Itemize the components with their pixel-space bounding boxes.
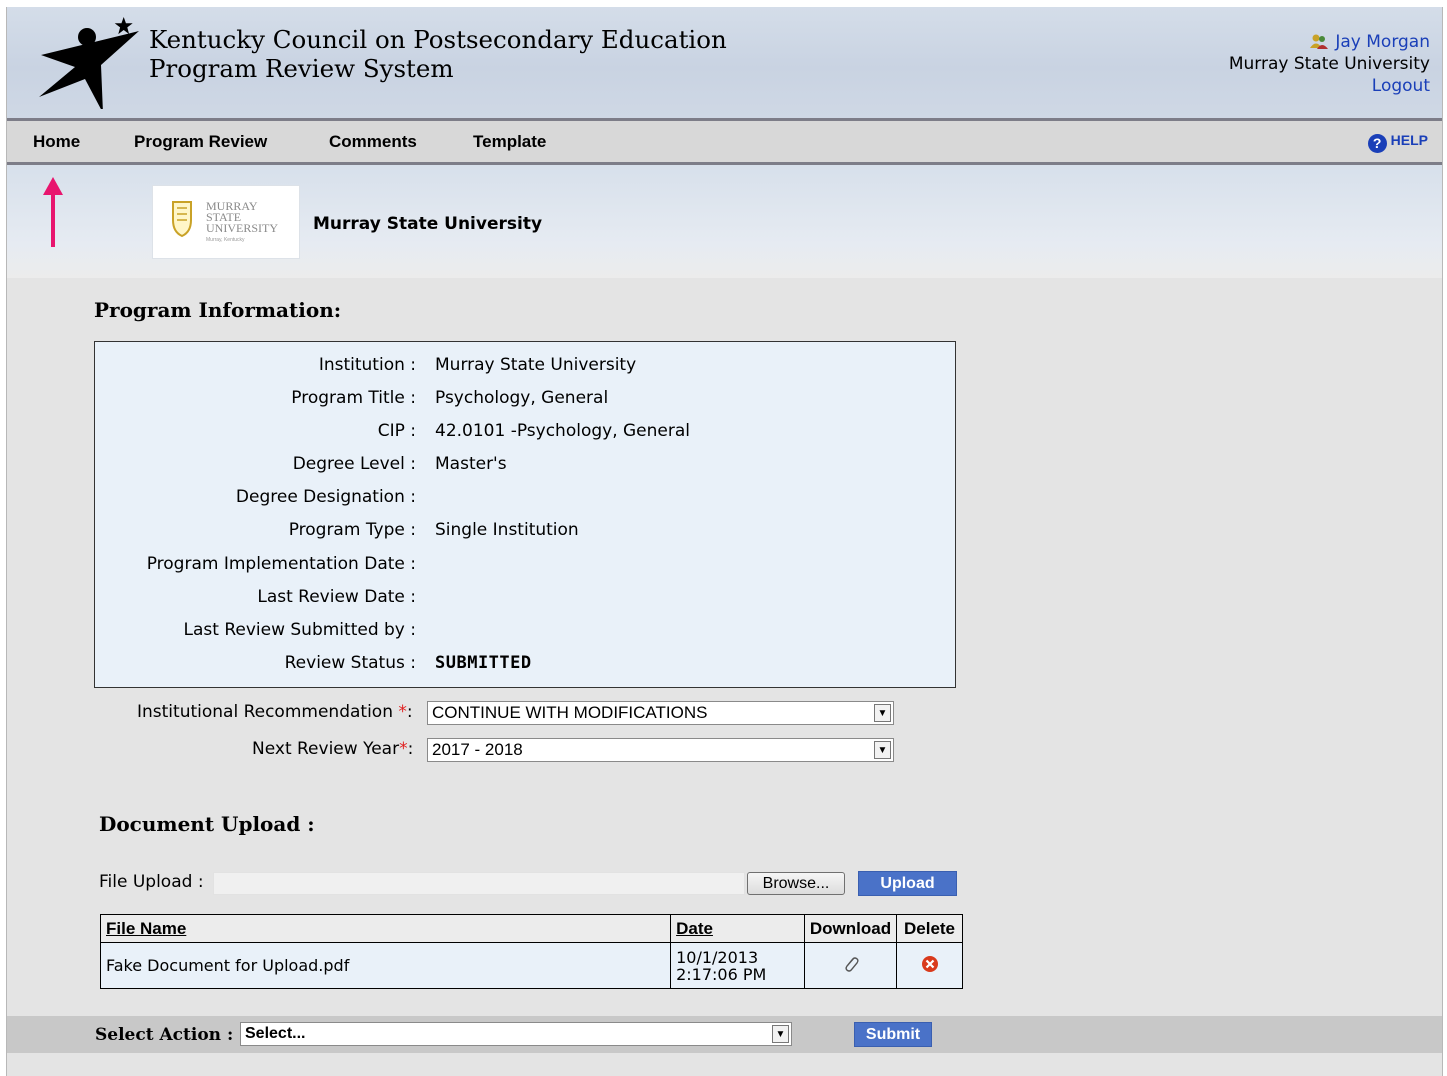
next-review-label: Next Review Year — [252, 739, 400, 759]
help-icon: ? — [1367, 134, 1387, 153]
file-upload-label: File Upload : — [99, 872, 204, 892]
label-implementation-date: Program Implementation Date : — [146, 554, 416, 574]
next-review-value: 2017 - 2018 — [432, 740, 523, 759]
user-organization: Murray State University — [1228, 54, 1430, 74]
files-table: File Name Date Download Delete Fake Docu… — [99, 914, 963, 989]
value-institution: Murray State University — [435, 355, 637, 375]
label-last-review-date: Last Review Date : — [257, 587, 416, 607]
value-review-status: SUBMITTED — [435, 653, 532, 673]
recommendation-select[interactable]: CONTINUE WITH MODIFICATIONS ▼ — [427, 701, 894, 725]
file-name-cell: Fake Document for Upload.pdf — [99, 942, 672, 989]
table-row: Fake Document for Upload.pdf 10/1/2013 2… — [99, 942, 963, 989]
submit-button[interactable]: Submit — [854, 1022, 932, 1047]
nav-home[interactable]: Home — [33, 132, 80, 152]
next-review-select[interactable]: 2017 - 2018 ▼ — [427, 738, 894, 762]
help-label: HELP — [1390, 132, 1428, 148]
required-marker: * — [398, 702, 407, 722]
label-institution: Institution : — [318, 355, 416, 375]
select-action-value: Select... — [245, 1025, 306, 1042]
main-nav: Home Program Review Comments Template ? H… — [7, 118, 1442, 165]
label-cip: CIP : — [377, 421, 416, 441]
column-file-name[interactable]: File Name — [99, 914, 672, 943]
info-row-last-review-submitted-by: Last Review Submitted by : — [95, 620, 955, 646]
select-action-label: Select Action : — [95, 1025, 234, 1045]
info-row-institution: Institution : Murray State University — [95, 355, 955, 381]
info-row-program-title: Program Title : Psychology, General — [95, 388, 955, 414]
file-upload-input[interactable] — [213, 872, 745, 895]
logout-link[interactable]: Logout — [1229, 75, 1430, 97]
info-row-review-status: Review Status : SUBMITTED — [95, 653, 955, 679]
banner-university-name: Murray State University — [313, 214, 543, 234]
paperclip-icon[interactable] — [842, 955, 860, 973]
site-title-line2: Program Review System — [149, 54, 454, 83]
value-program-title: Psychology, General — [435, 388, 609, 408]
logo-tagline: Murray, Kentucky — [206, 237, 245, 243]
nav-template[interactable]: Template — [473, 132, 546, 152]
chevron-down-icon[interactable]: ▼ — [874, 704, 891, 722]
download-cell — [804, 942, 897, 989]
column-delete: Delete — [896, 914, 963, 943]
nav-comments[interactable]: Comments — [329, 132, 417, 152]
header: Kentucky Council on Postsecondary Educat… — [7, 7, 1442, 118]
recommendation-value: CONTINUE WITH MODIFICATIONS — [432, 703, 708, 722]
delete-cell — [896, 942, 963, 989]
info-row-degree-designation: Degree Designation : — [95, 487, 955, 513]
delete-icon[interactable] — [921, 955, 939, 973]
column-download: Download — [804, 914, 897, 943]
column-date[interactable]: Date — [670, 914, 806, 943]
institution-banner: MURRAY STATE UNIVERSITY Murray, Kentucky… — [7, 165, 1442, 278]
next-review-label-row: Next Review Year*: — [252, 739, 414, 759]
user-panel: Jay Morgan Murray State University Logou… — [1229, 31, 1430, 97]
label-program-type: Program Type : — [288, 520, 416, 540]
files-table-header: File Name Date Download Delete — [99, 914, 963, 943]
site-title-line1: Kentucky Council on Postsecondary Educat… — [149, 25, 727, 54]
sort-date-link[interactable]: Date — [676, 919, 713, 938]
file-time: 2:17:06 PM — [676, 964, 767, 984]
select-action-dropdown[interactable]: Select... ▼ — [240, 1022, 792, 1046]
users-icon — [1310, 34, 1329, 49]
recommendation-label-row: Institutional Recommendation *: — [137, 702, 413, 722]
pink-arrow-annotation — [43, 177, 63, 247]
info-row-cip: CIP : 42.0101 -Psychology, General — [95, 421, 955, 447]
upload-button[interactable]: Upload — [858, 871, 957, 896]
info-row-degree-level: Degree Level : Master's — [95, 454, 955, 480]
label-degree-designation: Degree Designation : — [235, 487, 416, 507]
help-button[interactable]: ? HELP — [1367, 132, 1428, 153]
file-date: 10/1/2013 — [676, 947, 759, 967]
program-info-heading: Program Information: — [94, 298, 342, 322]
document-upload-heading: Document Upload : — [99, 812, 315, 836]
info-row-implementation-date: Program Implementation Date : — [95, 554, 955, 580]
label-degree-level: Degree Level : — [292, 454, 416, 474]
browse-button[interactable]: Browse... — [747, 872, 845, 895]
label-last-review-submitted-by: Last Review Submitted by : — [183, 620, 416, 640]
label-review-status: Review Status : — [284, 653, 416, 673]
logo-word-university: UNIVERSITY — [206, 221, 278, 235]
info-row-last-review-date: Last Review Date : — [95, 587, 955, 613]
university-logo: MURRAY STATE UNIVERSITY Murray, Kentucky — [152, 185, 300, 259]
star-person-logo — [39, 17, 139, 109]
chevron-down-icon[interactable]: ▼ — [772, 1025, 789, 1043]
label-program-title: Program Title : — [291, 388, 416, 408]
nav-program-review[interactable]: Program Review — [134, 132, 267, 152]
value-degree-level: Master's — [435, 454, 507, 474]
chevron-down-icon[interactable]: ▼ — [874, 741, 891, 759]
recommendation-label: Institutional Recommendation — [137, 702, 393, 722]
file-date-cell: 10/1/2013 2:17:06 PM — [670, 942, 806, 989]
page-frame: Kentucky Council on Postsecondary Educat… — [6, 7, 1443, 1076]
action-bar: Select Action : Select... ▼ Submit — [7, 1016, 1442, 1053]
site-title: Kentucky Council on Postsecondary Educat… — [149, 25, 727, 83]
user-name-link[interactable]: Jay Morgan — [1335, 32, 1430, 52]
program-info-box: Institution : Murray State University Pr… — [94, 341, 956, 688]
sort-file-name-link[interactable]: File Name — [106, 919, 186, 938]
info-row-program-type: Program Type : Single Institution — [95, 520, 955, 546]
value-program-type: Single Institution — [435, 520, 579, 540]
value-cip: 42.0101 -Psychology, General — [435, 421, 691, 441]
required-marker: * — [399, 739, 408, 759]
